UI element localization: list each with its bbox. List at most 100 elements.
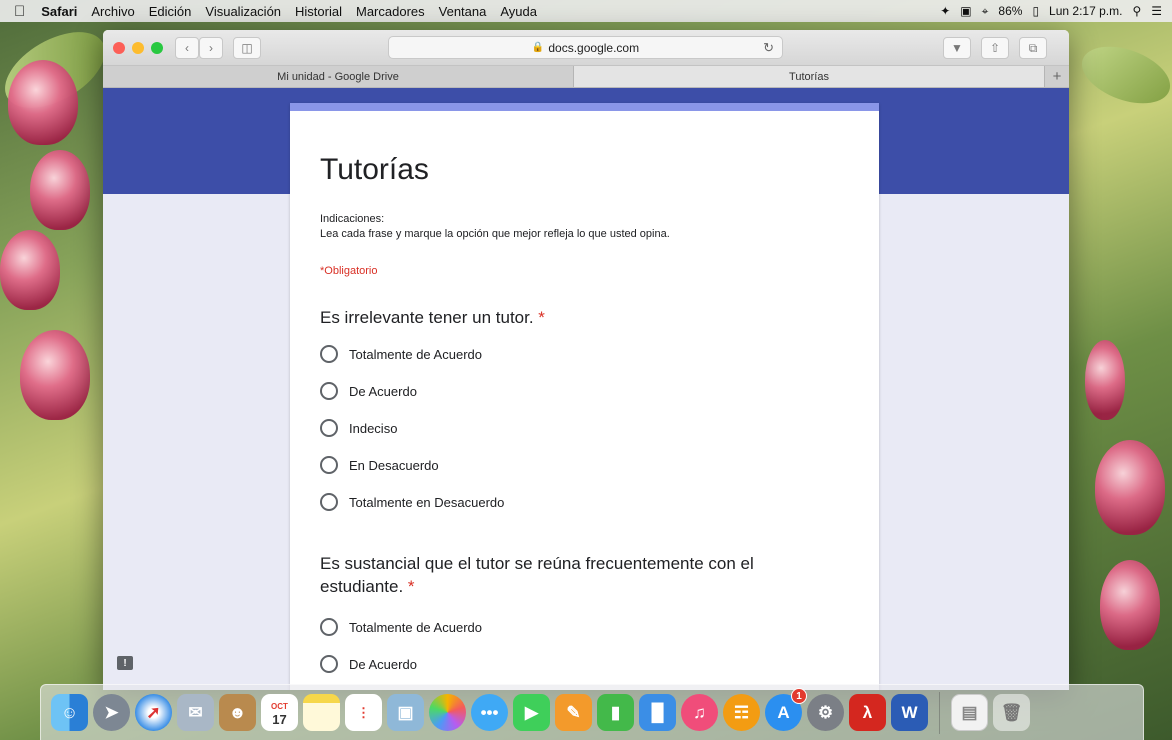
tab-tutorias[interactable]: Tutorías — [574, 66, 1045, 87]
back-button[interactable]: ‹ — [175, 37, 199, 59]
q1-option-indeciso[interactable]: Indeciso — [320, 418, 397, 438]
download-button[interactable]: ▼ — [943, 37, 971, 59]
battery-percent[interactable]: 86% — [998, 4, 1022, 18]
q1-option-totalmente-en-desacuerdo[interactable]: Totalmente en Desacuerdo — [320, 492, 504, 512]
tabs-overview-button[interactable]: ⧉ — [1019, 37, 1047, 59]
menu-safari[interactable]: Safari — [41, 4, 77, 19]
address-bar[interactable]: 🔒 docs.google.com ↻ — [388, 36, 783, 59]
calendar-day: 17 — [272, 711, 287, 727]
required-note: *Obligatorio — [320, 265, 378, 277]
option-label: Totalmente en Desacuerdo — [349, 494, 505, 510]
finder-icon[interactable]: ☺ — [51, 694, 88, 731]
form-card: Tutorías Indicaciones: Lea cada frase y … — [290, 103, 879, 690]
calendar-month: OCT — [271, 701, 288, 711]
radio-button[interactable] — [320, 655, 338, 673]
share-button[interactable]: ⇧ — [981, 37, 1009, 59]
form-title: Tutorías — [320, 153, 429, 186]
q1-option-de-acuerdo[interactable]: De Acuerdo — [320, 381, 417, 401]
page-content: Tutorías Indicaciones: Lea cada frase y … — [103, 88, 1069, 690]
question-2-text-line1: Es sustancial que el tutor se reúna frec… — [320, 554, 754, 573]
menu-edicion[interactable]: Edición — [149, 4, 192, 19]
zoom-button[interactable] — [151, 42, 163, 54]
window-controls — [113, 42, 163, 54]
radio-button[interactable] — [320, 618, 338, 636]
word-icon[interactable]: W — [891, 694, 928, 731]
menu-marcadores[interactable]: Marcadores — [356, 4, 425, 19]
calendar-icon[interactable]: OCT 17 — [261, 694, 298, 731]
airplay-icon[interactable]: ▣ — [960, 4, 971, 18]
notes-icon[interactable] — [303, 694, 340, 731]
question-1-text: Es irrelevante tener un tutor. — [320, 308, 534, 327]
reload-icon[interactable]: ↻ — [763, 40, 774, 56]
q2-option-de-acuerdo[interactable]: De Acuerdo — [320, 654, 417, 674]
option-label: Totalmente de Acuerdo — [349, 346, 482, 362]
spotlight-icon[interactable]: ⚲ — [1132, 4, 1141, 18]
apple-menu-icon[interactable]:  — [14, 3, 25, 20]
facetime-icon[interactable]: ▶ — [513, 694, 550, 731]
menu-ayuda[interactable]: Ayuda — [500, 4, 537, 19]
forward-button[interactable]: › — [199, 37, 223, 59]
bluetooth-icon[interactable]: ✦ — [940, 4, 950, 18]
photos-icon[interactable] — [429, 694, 466, 731]
menu-archivo[interactable]: Archivo — [91, 4, 134, 19]
question-1-title: Es irrelevante tener un tutor. * — [320, 306, 545, 329]
option-label: En Desacuerdo — [349, 457, 439, 473]
report-feedback-icon[interactable]: ! — [117, 656, 133, 670]
new-tab-button[interactable]: + — [1045, 66, 1069, 87]
battery-icon[interactable]: ▯ — [1032, 4, 1039, 18]
required-star: * — [538, 308, 545, 327]
system-preferences-icon[interactable]: ⚙ — [807, 694, 844, 731]
radio-button[interactable] — [320, 382, 338, 400]
question-2-text-line2: estudiante. — [320, 577, 404, 596]
minimize-button[interactable] — [132, 42, 144, 54]
menu-visualizacion[interactable]: Visualización — [205, 4, 281, 19]
q1-option-totalmente-de-acuerdo[interactable]: Totalmente de Acuerdo — [320, 344, 482, 364]
wifi-icon[interactable]: ⌖ — [982, 4, 989, 19]
app-store-icon[interactable]: A 1 — [765, 688, 807, 731]
required-star: * — [407, 577, 415, 596]
contacts-icon[interactable]: ☻ — [219, 694, 256, 731]
menu-historial[interactable]: Historial — [295, 4, 342, 19]
ibooks-icon[interactable]: ☶ — [723, 694, 760, 731]
safari-icon[interactable]: ➚ — [135, 694, 172, 731]
preview-icon[interactable]: ▣ — [387, 694, 424, 731]
keynote-icon[interactable]: █ — [639, 694, 676, 731]
launchpad-icon[interactable]: ➤ — [93, 694, 130, 731]
radio-button[interactable] — [320, 345, 338, 363]
instructions-text: Lea cada frase y marque la opción que me… — [320, 228, 670, 240]
question-2-title: Es sustancial que el tutor se reúna frec… — [320, 552, 754, 598]
notification-center-icon[interactable]: ☰ — [1151, 4, 1162, 18]
document-icon[interactable]: ▤ — [951, 694, 988, 731]
trash-icon[interactable]: 🗑 — [993, 694, 1030, 731]
tab-google-drive[interactable]: Mi unidad - Google Drive — [103, 66, 574, 87]
radio-button[interactable] — [320, 419, 338, 437]
numbers-icon[interactable]: ▮ — [597, 694, 634, 731]
sidebar-button[interactable]: ◫ — [233, 37, 261, 59]
photo-mail-icon[interactable]: ✉ — [177, 694, 214, 731]
dock: ☺ ➤ ➚ ✉ ☻ OCT 17 ⋮ ▣ ••• ▶ ✎ ▮ █ ♫ ☶ A 1… — [40, 684, 1144, 740]
pages-icon[interactable]: ✎ — [555, 694, 592, 731]
option-label: Totalmente de Acuerdo — [349, 619, 482, 635]
q2-option-totalmente-de-acuerdo[interactable]: Totalmente de Acuerdo — [320, 617, 482, 637]
clock[interactable]: Lun 2:17 p.m. — [1049, 4, 1122, 18]
menu-bar:  Safari Archivo Edición Visualización H… — [0, 0, 1172, 22]
close-button[interactable] — [113, 42, 125, 54]
itunes-icon[interactable]: ♫ — [681, 694, 718, 731]
browser-toolbar: ‹ › ◫ 🔒 docs.google.com ↻ ▼ ⇧ ⧉ — [103, 30, 1069, 66]
reminders-icon[interactable]: ⋮ — [345, 694, 382, 731]
app-store-badge: 1 — [791, 688, 807, 704]
option-label: De Acuerdo — [349, 656, 417, 672]
safari-window: ‹ › ◫ 🔒 docs.google.com ↻ ▼ ⇧ ⧉ Mi unida… — [103, 30, 1069, 690]
acrobat-icon[interactable]: λ — [849, 694, 886, 731]
menu-ventana[interactable]: Ventana — [439, 4, 487, 19]
lock-icon: 🔒 — [531, 42, 545, 53]
radio-button[interactable] — [320, 493, 338, 511]
messages-icon[interactable]: ••• — [471, 694, 508, 731]
q1-option-en-desacuerdo[interactable]: En Desacuerdo — [320, 455, 439, 475]
dock-separator — [939, 691, 940, 734]
option-label: Indeciso — [349, 420, 398, 436]
instructions-title: Indicaciones: — [320, 213, 385, 225]
tab-bar: Mi unidad - Google Drive Tutorías + — [103, 66, 1069, 88]
radio-button[interactable] — [320, 456, 338, 474]
address-text: docs.google.com — [548, 40, 640, 55]
